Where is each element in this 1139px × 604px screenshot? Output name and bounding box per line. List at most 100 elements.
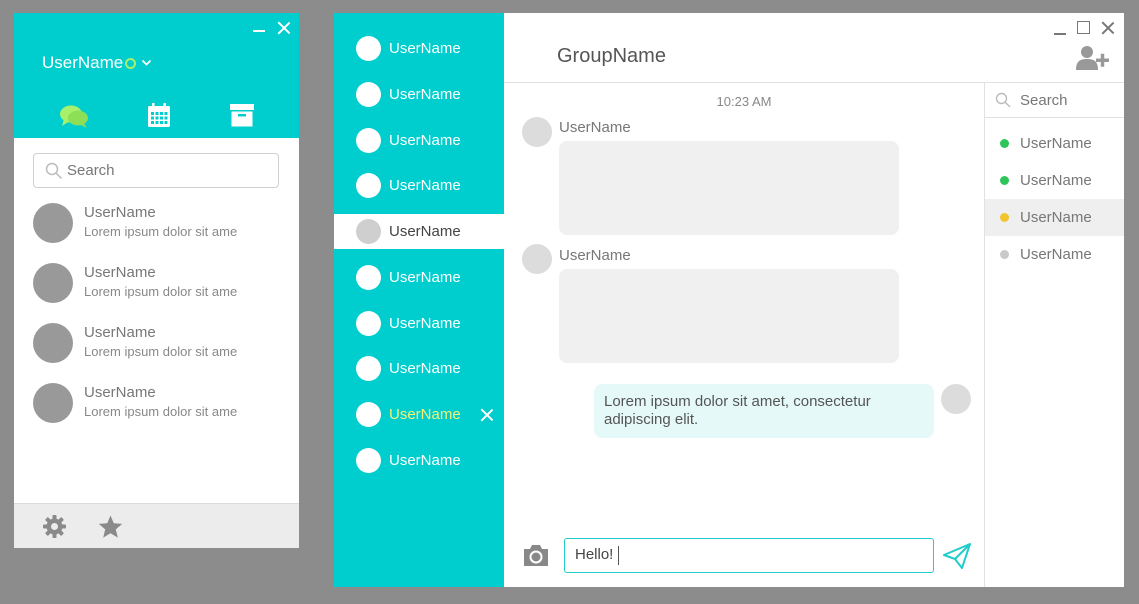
contact-item[interactable]: UserName Lorem ipsum dolor sit ame xyxy=(33,263,279,313)
group-item[interactable]: UserName xyxy=(334,260,504,295)
close-button[interactable] xyxy=(277,21,291,35)
contact-item[interactable]: UserName Lorem ipsum dolor sit ame xyxy=(33,383,279,433)
member-name: UserName xyxy=(1020,135,1092,152)
group-item[interactable]: UserName xyxy=(334,306,504,341)
online-status-dot xyxy=(1000,139,1009,148)
away-status-dot xyxy=(1000,213,1009,222)
contact-name: UserName xyxy=(84,204,156,221)
contact-preview: Lorem ipsum dolor sit ame xyxy=(84,284,238,299)
avatar xyxy=(356,265,381,290)
message-sender: UserName xyxy=(559,119,631,136)
group-item[interactable]: UserName xyxy=(334,123,504,158)
group-item-hovered[interactable]: UserName xyxy=(334,397,504,432)
chevron-down-icon[interactable] xyxy=(141,57,152,68)
chat-header: GroupName xyxy=(504,13,1124,83)
message-sender: UserName xyxy=(559,247,631,264)
contact-name: UserName xyxy=(84,324,156,341)
group-item[interactable]: UserName xyxy=(334,351,504,386)
current-user-name[interactable]: UserName xyxy=(42,53,123,73)
camera-icon[interactable] xyxy=(522,544,550,567)
contact-item[interactable]: UserName Lorem ipsum dolor sit ame xyxy=(33,203,279,253)
avatar xyxy=(941,384,971,414)
group-item-selected[interactable]: UserName xyxy=(334,214,504,249)
avatar xyxy=(356,36,381,61)
contact-preview: Lorem ipsum dolor sit ame xyxy=(84,404,238,419)
online-status-icon xyxy=(125,58,136,69)
group-item-label: UserName xyxy=(389,452,461,469)
message-bubble-outgoing: Lorem ipsum dolor sit amet, consectetur … xyxy=(594,384,934,438)
send-icon[interactable] xyxy=(943,543,971,569)
group-item[interactable]: UserName xyxy=(334,31,504,66)
contact-name: UserName xyxy=(84,384,156,401)
star-icon[interactable] xyxy=(98,515,123,539)
group-item-label: UserName xyxy=(389,406,461,423)
member-item[interactable]: UserName xyxy=(985,125,1124,162)
minimize-button[interactable] xyxy=(253,30,265,32)
add-user-icon[interactable] xyxy=(1076,45,1110,71)
contacts-footer xyxy=(14,503,299,548)
calendar-icon[interactable] xyxy=(147,103,171,128)
group-item-label: UserName xyxy=(389,223,461,240)
avatar xyxy=(522,244,552,274)
member-name: UserName xyxy=(1020,246,1092,263)
contacts-search[interactable] xyxy=(33,153,279,188)
group-item-label: UserName xyxy=(389,40,461,57)
offline-status-dot xyxy=(1000,250,1009,259)
avatar xyxy=(356,173,381,198)
minimize-button[interactable] xyxy=(1054,33,1066,35)
group-item[interactable]: UserName xyxy=(334,443,504,478)
avatar xyxy=(33,383,73,423)
message-composer[interactable] xyxy=(564,538,934,573)
message-input[interactable] xyxy=(575,546,915,563)
chat-window: UserName UserName UserName UserName User… xyxy=(334,13,1124,587)
online-status-dot xyxy=(1000,176,1009,185)
search-input[interactable] xyxy=(67,162,267,179)
contact-name: UserName xyxy=(84,264,156,281)
group-item[interactable]: UserName xyxy=(334,77,504,112)
group-title: GroupName xyxy=(557,45,666,67)
message-bubble-incoming xyxy=(559,141,899,235)
contact-item[interactable]: UserName Lorem ipsum dolor sit ame xyxy=(33,323,279,373)
members-search-input[interactable] xyxy=(1020,92,1120,109)
group-item[interactable]: UserName xyxy=(334,168,504,203)
member-name: UserName xyxy=(1020,172,1092,189)
group-item-label: UserName xyxy=(389,269,461,286)
member-item[interactable]: UserName xyxy=(985,162,1124,199)
maximize-button[interactable] xyxy=(1077,21,1090,34)
text-cursor xyxy=(618,546,619,565)
gear-icon[interactable] xyxy=(42,514,67,539)
member-list: UserName UserName UserName UserName xyxy=(984,83,1124,587)
avatar xyxy=(33,263,73,303)
chats-icon[interactable] xyxy=(59,104,89,130)
avatar xyxy=(33,323,73,363)
member-item[interactable]: UserName xyxy=(985,236,1124,273)
contacts-header: UserName xyxy=(14,13,299,138)
close-icon[interactable] xyxy=(480,408,493,421)
avatar xyxy=(356,448,381,473)
group-item-label: UserName xyxy=(389,360,461,377)
search-icon xyxy=(995,92,1011,108)
contacts-window: UserName Search UserName Lorem ipsum dol… xyxy=(14,13,299,548)
members-search[interactable] xyxy=(985,83,1124,118)
avatar xyxy=(356,311,381,336)
group-item-label: UserName xyxy=(389,132,461,149)
archive-icon[interactable] xyxy=(230,104,254,127)
avatar xyxy=(33,203,73,243)
avatar xyxy=(356,128,381,153)
contact-preview: Lorem ipsum dolor sit ame xyxy=(84,344,238,359)
group-item-label: UserName xyxy=(389,177,461,194)
close-button[interactable] xyxy=(1101,21,1115,35)
contact-preview: Lorem ipsum dolor sit ame xyxy=(84,224,238,239)
group-list: UserName UserName UserName UserName User… xyxy=(334,13,504,587)
avatar xyxy=(356,82,381,107)
member-name: UserName xyxy=(1020,209,1092,226)
group-item-label: UserName xyxy=(389,86,461,103)
avatar xyxy=(356,356,381,381)
message-bubble-incoming xyxy=(559,269,899,363)
search-icon xyxy=(45,162,63,180)
member-item-selected[interactable]: UserName xyxy=(985,199,1124,236)
avatar xyxy=(356,219,381,244)
group-item-label: UserName xyxy=(389,315,461,332)
avatar xyxy=(522,117,552,147)
avatar xyxy=(356,402,381,427)
